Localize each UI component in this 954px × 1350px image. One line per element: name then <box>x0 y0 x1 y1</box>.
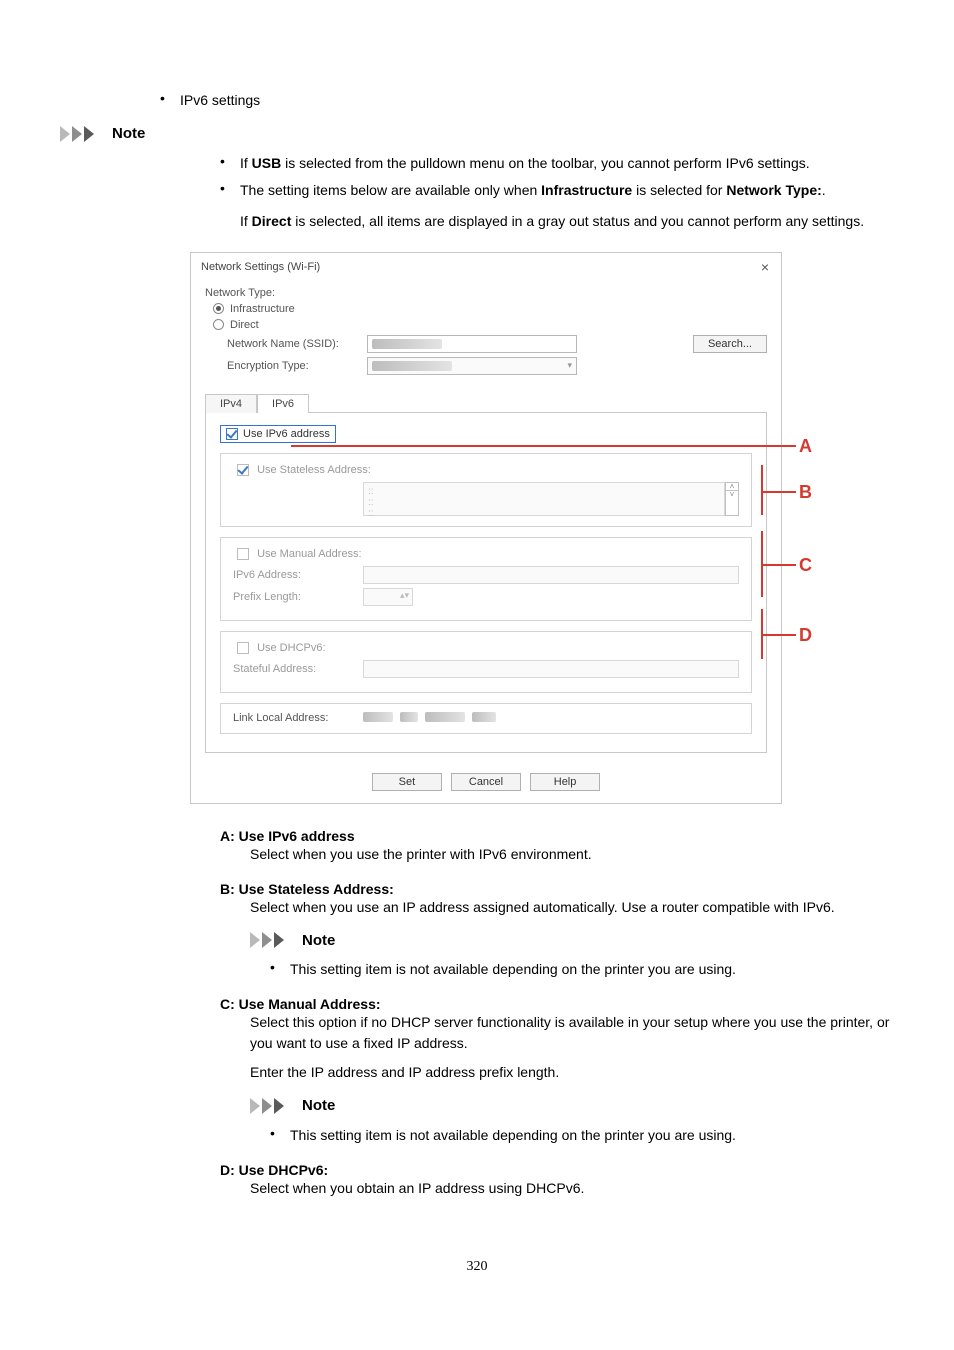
callout-a: A <box>799 436 812 457</box>
link-local-value <box>363 712 739 725</box>
dialog-titlebar: Network Settings (Wi-Fi) × <box>191 253 781 281</box>
link-local-label: Link Local Address: <box>233 712 363 724</box>
radio-infrastructure-label: Infrastructure <box>230 303 295 315</box>
use-ipv6-label: Use IPv6 address <box>243 428 330 440</box>
bullet-dot: • <box>160 90 180 106</box>
close-icon[interactable]: × <box>757 259 773 275</box>
use-manual-group: Use Manual Address: <box>233 548 366 560</box>
note-item-2: • The setting items below are available … <box>220 180 894 201</box>
page-number: 320 <box>60 1259 894 1275</box>
callout-d: D <box>799 625 812 646</box>
use-ipv6-outline: Use IPv6 address <box>220 425 336 443</box>
note-heading: Note <box>60 125 894 145</box>
prefix-length-input[interactable]: ▴▾ <box>363 588 413 606</box>
def-c-body2: Enter the IP address and IP address pref… <box>250 1062 894 1083</box>
cancel-button[interactable]: Cancel <box>451 773 521 791</box>
tab-ipv6[interactable]: IPv6 <box>257 394 309 413</box>
prefix-length-label: Prefix Length: <box>233 591 363 603</box>
ipv6-address-label: IPv6 Address: <box>233 569 363 581</box>
search-button[interactable]: Search... <box>693 335 767 353</box>
definition-d: D: Use DHCPv6: Select when you obtain an… <box>220 1162 894 1199</box>
ssid-label: Network Name (SSID): <box>227 338 367 350</box>
ipv6-tab-panel: Use IPv6 address Use Stateless Address: … <box>205 412 767 753</box>
radio-infrastructure[interactable] <box>213 303 224 314</box>
help-button[interactable]: Help <box>530 773 600 791</box>
stateful-address-label: Stateful Address: <box>233 663 363 675</box>
def-d-term: D: Use DHCPv6: <box>220 1162 894 1178</box>
callout-b: B <box>799 482 812 503</box>
top-bullet-text: IPv6 settings <box>180 90 894 111</box>
def-a-term: A: Use IPv6 address <box>220 828 894 844</box>
note-item-1: • If USB is selected from the pulldown m… <box>220 153 894 174</box>
chevron-down-icon: ˅ <box>726 491 738 499</box>
tab-ipv4[interactable]: IPv4 <box>205 394 257 413</box>
def-b-note: This setting item is not available depen… <box>290 959 894 980</box>
use-ipv6-checkbox[interactable] <box>226 428 238 440</box>
definition-b: B: Use Stateless Address: Select when yo… <box>220 881 894 981</box>
stateless-list: :::::: <box>363 482 725 516</box>
encryption-label: Encryption Type: <box>227 360 367 372</box>
stateful-address-input <box>363 660 739 678</box>
use-dhcpv6-group: Use DHCPv6: <box>233 642 330 654</box>
callouts: A B C D <box>781 253 821 803</box>
encryption-select[interactable]: ▾ <box>367 357 577 375</box>
definition-c: C: Use Manual Address: Select this optio… <box>220 996 894 1146</box>
def-b-body: Select when you use an IP address assign… <box>250 897 894 918</box>
radio-direct[interactable] <box>213 319 224 330</box>
note-arrows-icon <box>60 126 106 142</box>
def-d-body: Select when you obtain an IP address usi… <box>250 1178 894 1199</box>
dialog-button-row: Set Cancel Help <box>191 763 781 803</box>
use-manual-checkbox[interactable] <box>237 548 249 560</box>
def-a-body: Select when you use the printer with IPv… <box>250 844 894 865</box>
definition-a: A: Use IPv6 address Select when you use … <box>220 828 894 865</box>
set-button[interactable]: Set <box>372 773 442 791</box>
radio-direct-label: Direct <box>230 319 259 331</box>
network-type-label: Network Type: <box>205 287 767 299</box>
stateless-spinner[interactable]: ˄˅ <box>725 482 739 516</box>
note-arrows-icon <box>250 932 296 948</box>
note-label: Note <box>112 125 145 142</box>
use-dhcpv6-checkbox[interactable] <box>237 642 249 654</box>
ipv6-address-input[interactable] <box>363 566 739 584</box>
note-arrows-icon <box>250 1098 296 1114</box>
use-stateless-checkbox[interactable] <box>237 464 249 476</box>
ssid-input[interactable] <box>367 335 577 353</box>
def-b-term: B: Use Stateless Address: <box>220 881 894 897</box>
use-stateless-group: Use Stateless Address: <box>233 464 375 476</box>
note-heading-b: Note <box>250 932 894 952</box>
note-paragraph: If Direct is selected, all items are dis… <box>240 211 894 232</box>
callout-c: C <box>799 555 812 576</box>
network-settings-dialog: Network Settings (Wi-Fi) × Network Type:… <box>190 252 782 804</box>
def-c-body1: Select this option if no DHCP server fun… <box>250 1012 894 1054</box>
chevron-down-icon: ▾ <box>567 360 572 371</box>
top-bullet: • IPv6 settings <box>160 90 894 111</box>
note-heading-c: Note <box>250 1097 894 1117</box>
def-c-note: This setting item is not available depen… <box>290 1125 894 1146</box>
def-c-term: C: Use Manual Address: <box>220 996 894 1012</box>
dialog-title: Network Settings (Wi-Fi) <box>201 261 320 273</box>
